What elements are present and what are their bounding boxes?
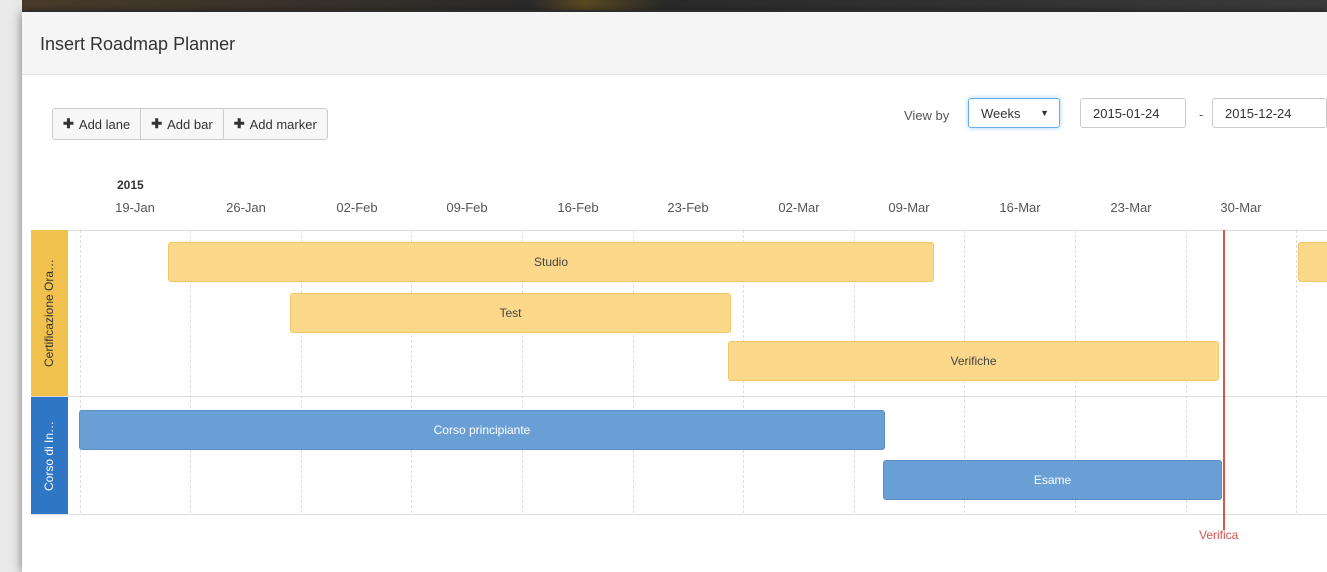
lane-separator (30, 230, 1327, 231)
background-page-left (0, 0, 22, 572)
timeline-tick: 16-Mar (999, 200, 1041, 215)
end-date-input[interactable]: 2015-12-24 (1212, 98, 1327, 128)
start-date-input[interactable]: 2015-01-24 (1080, 98, 1186, 128)
timeline-tick: 26-Jan (226, 200, 266, 215)
plus-icon: ✚ (151, 116, 163, 131)
roadmap-dialog: Insert Roadmap Planner ✚ Add lane ✚ Add … (22, 12, 1327, 572)
timeline-tick: 23-Mar (1110, 200, 1152, 215)
end-date-value: 2015-12-24 (1225, 105, 1292, 121)
lane-label-certificazione[interactable]: Certificazione Ora… (31, 230, 68, 396)
timeline-tick: 09-Mar (888, 200, 930, 215)
timeline-tick: 09-Feb (446, 200, 488, 215)
view-by-label: View by (904, 108, 950, 123)
add-marker-label: Add marker (249, 116, 317, 132)
lane-label-text: Certificazione Ora… (42, 258, 57, 368)
bar-label: Esame (1033, 473, 1072, 487)
bar-label: Studio (533, 255, 569, 269)
view-by-value: Weeks (981, 105, 1021, 121)
add-lane-label: Add lane (78, 116, 131, 132)
add-marker-button[interactable]: ✚ Add marker (222, 108, 328, 140)
timeline-tick: 30-Mar (1220, 200, 1262, 215)
start-date-value: 2015-01-24 (1093, 105, 1160, 121)
lane-separator (30, 396, 1327, 397)
view-by-select[interactable]: Weeks ▼ (968, 98, 1060, 128)
plus-icon: ✚ (63, 116, 74, 131)
timeline-year: 2015 (117, 178, 144, 192)
bar-label: Verifiche (950, 354, 997, 368)
toolbar-button-group: ✚ Add lane ✚ Add bar ✚ Add marker (52, 108, 328, 140)
lane-label-text: Corso di In… (42, 420, 57, 491)
grid-line (1296, 230, 1297, 513)
dialog-header: Insert Roadmap Planner (22, 12, 1327, 75)
bar-label: Corso principiante (433, 423, 531, 437)
marker-label[interactable]: Verifica (1199, 528, 1238, 542)
bar-esame[interactable]: Esame (883, 460, 1222, 500)
bar-verifiche[interactable]: Verifiche (728, 341, 1219, 381)
dialog-title: Insert Roadmap Planner (40, 34, 236, 54)
plus-icon: ✚ (233, 116, 245, 131)
add-bar-button[interactable]: ✚ Add bar (140, 108, 224, 140)
bar-corso-principiante[interactable]: Corso principiante (79, 410, 885, 450)
timeline-tick: 23-Feb (667, 200, 709, 215)
lane-label-corso[interactable]: Corso di In… (31, 397, 68, 514)
timeline-tick: 02-Feb (336, 200, 378, 215)
bar-studio[interactable]: Studio (168, 242, 934, 282)
marker-line[interactable] (1223, 230, 1225, 530)
bar-test[interactable]: Test (290, 293, 731, 333)
timeline-tick: 16-Feb (557, 200, 599, 215)
background-page-top (0, 0, 1327, 10)
lane-separator (30, 514, 1327, 515)
add-lane-button[interactable]: ✚ Add lane (52, 108, 142, 140)
caret-down-icon: ▼ (1040, 108, 1049, 118)
timeline-tick: 02-Mar (778, 200, 820, 215)
bar-partial-offscreen[interactable] (1298, 242, 1327, 282)
add-bar-label: Add bar (167, 116, 213, 132)
grid-line (80, 230, 81, 513)
timeline-tick: 19-Jan (115, 200, 155, 215)
bar-label: Test (499, 306, 522, 320)
date-separator: - (1199, 107, 1204, 122)
